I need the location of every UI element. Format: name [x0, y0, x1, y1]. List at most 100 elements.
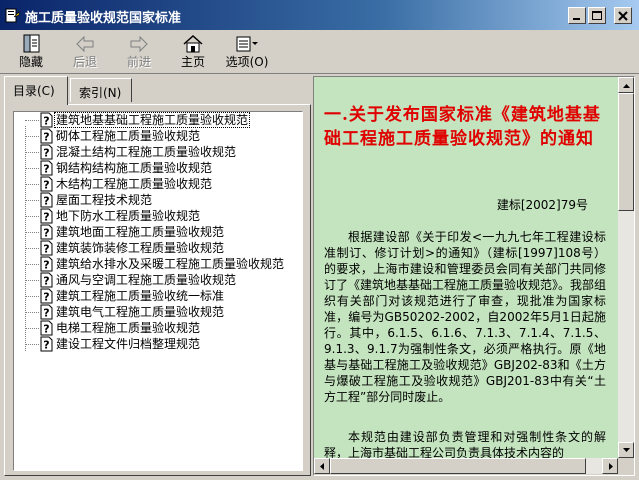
help-topic-icon: ?	[40, 160, 53, 176]
svg-text:?: ?	[43, 179, 49, 192]
window-title: 施工质量验收规范国家标准	[25, 11, 182, 26]
hide-pane-icon	[23, 34, 40, 53]
options-icon	[236, 36, 258, 52]
vertical-scrollbar[interactable]	[618, 77, 634, 458]
svg-text:?: ?	[43, 163, 49, 176]
help-topic-icon: ?	[40, 112, 53, 128]
tree-item-label: 建筑地面工程施工质量验收规范	[56, 225, 225, 239]
vertical-scroll-thumb[interactable]	[618, 93, 634, 211]
tree-item-label: 建筑给水排水及采暖工程施工质量验收规范	[56, 257, 285, 271]
document-number: 建标[2002]79号	[496, 198, 588, 212]
tree-item-label: 建筑地基基础工程施工质量验收规范	[53, 112, 251, 128]
help-topic-icon: ?	[40, 240, 53, 256]
horizontal-scrollbar[interactable]	[314, 458, 618, 474]
content-pane: 一.关于发布国家标准《建筑地基基础工程施工质量验收规范》的通知 建标[2002]…	[313, 76, 635, 476]
tree-item-label: 建筑电气工程施工质量验收规范	[56, 305, 225, 319]
forward-arrow-icon	[130, 35, 148, 53]
help-topic-icon: ?	[40, 128, 53, 144]
tree-item-label: 建筑工程施工质量验收统一标准	[56, 289, 225, 303]
svg-text:?: ?	[43, 259, 49, 272]
tree-branch-line	[25, 216, 39, 217]
options-label: 选项(O)	[225, 55, 269, 69]
tree-branch-line	[25, 232, 39, 233]
svg-text:?: ?	[43, 147, 49, 160]
svg-text:?: ?	[43, 323, 49, 336]
svg-text:?: ?	[43, 195, 49, 208]
svg-text:?: ?	[43, 339, 49, 352]
tree-branch-line	[25, 344, 39, 345]
svg-text:?: ?	[43, 227, 49, 240]
arrow-up-icon	[623, 84, 630, 88]
horizontal-scroll-thumb[interactable]	[330, 458, 586, 474]
home-button[interactable]: 主页	[168, 34, 218, 72]
arrow-left-icon	[320, 463, 324, 470]
close-icon	[618, 11, 628, 21]
back-label: 后退	[72, 55, 97, 69]
minimize-icon	[573, 18, 580, 20]
back-arrow-icon	[76, 35, 94, 53]
tree-branch-line	[25, 328, 39, 329]
arrow-down-icon	[623, 448, 630, 452]
help-topic-icon: ?	[40, 144, 53, 160]
tree-branch-line	[25, 200, 39, 201]
svg-text:?: ?	[43, 131, 49, 144]
options-button[interactable]: 选项(O)	[222, 34, 272, 72]
tab-contents[interactable]: 目录(C)	[4, 76, 68, 105]
tree-item-label: 钢结构结构施工质量验收规范	[56, 161, 213, 175]
document-title: 一.关于发布国家标准《建筑地基基础工程施工质量验收规范》的通知	[324, 105, 601, 149]
tree-branch-line	[25, 312, 39, 313]
tree-branch-line	[25, 168, 39, 169]
home-icon	[183, 34, 203, 53]
help-topic-icon: ?	[40, 320, 53, 336]
svg-text:?: ?	[43, 211, 49, 224]
hide-label: 隐藏	[18, 55, 43, 69]
tree-item-label: 木结构工程施工质量验收规范	[56, 177, 213, 191]
help-topic-icon: ?	[40, 288, 53, 304]
arrow-right-icon	[609, 463, 613, 470]
maximize-icon	[592, 11, 602, 20]
hide-button[interactable]: 隐藏	[6, 34, 56, 72]
tree-branch-line	[25, 152, 39, 153]
tab-index[interactable]: 索引(N)	[70, 78, 132, 102]
app-icon	[5, 8, 20, 23]
tab-contents-label: 目录(C)	[13, 84, 55, 98]
help-topic-icon: ?	[40, 304, 53, 320]
title-bar[interactable]: 施工质量验收规范国家标准	[0, 0, 639, 30]
tab-index-label: 索引(N)	[79, 86, 122, 100]
help-topic-icon: ?	[40, 272, 53, 288]
forward-label: 前进	[126, 55, 151, 69]
tree-branch-line	[25, 264, 39, 265]
tree-item-label: 建筑装饰装修工程质量验收规范	[56, 241, 225, 255]
svg-text:?: ?	[43, 275, 49, 288]
tree-branch-line	[25, 120, 39, 121]
tree-item-label: 建设工程文件归档整理规范	[56, 337, 201, 351]
minimize-button[interactable]	[568, 7, 586, 24]
tree-branch-line	[25, 248, 39, 249]
navigation-pane: 目录(C) 索引(N) ? 建筑地基基础工程施工质量验收规范? 砌体工程施工质量验收…	[4, 76, 311, 476]
document-view[interactable]: 一.关于发布国家标准《建筑地基基础工程施工质量验收规范》的通知 建标[2002]…	[314, 77, 618, 458]
tree-connector-line	[25, 126, 26, 351]
scroll-down-button[interactable]	[618, 442, 634, 458]
svg-text:?: ?	[43, 115, 49, 128]
maximize-button[interactable]	[588, 7, 606, 24]
document-paragraph-1: 根据建设部《关于印发<一九九七年工程建设标准制订、修订计划>的通知》（建标[19…	[324, 230, 607, 404]
tree-item-label: 混凝土结构工程施工质量验收规范	[56, 145, 237, 159]
scroll-right-button[interactable]	[602, 458, 618, 474]
tab-panel: ? 建筑地基基础工程施工质量验收规范? 砌体工程施工质量验收规范? 混凝土结构工程施工…	[4, 104, 311, 476]
close-button[interactable]	[614, 7, 632, 24]
scroll-up-button[interactable]	[618, 77, 634, 93]
forward-button[interactable]: 前进	[114, 34, 164, 72]
tree-item-label: 砌体工程施工质量验收规范	[56, 129, 201, 143]
toolbar: 隐藏 后退 前进 主页 选项(O)	[0, 31, 639, 74]
scroll-left-button[interactable]	[314, 458, 330, 474]
tree-branch-line	[25, 184, 39, 185]
help-topic-icon: ?	[40, 176, 53, 192]
help-topic-icon: ?	[40, 336, 53, 352]
scrollbar-corner	[618, 458, 634, 474]
help-topic-icon: ?	[40, 224, 53, 240]
tree-item-label: 电梯工程施工质量验收规范	[56, 321, 201, 335]
back-button[interactable]: 后退	[60, 34, 110, 72]
contents-tree[interactable]: ? 建筑地基基础工程施工质量验收规范? 砌体工程施工质量验收规范? 混凝土结构工程施工…	[13, 111, 303, 471]
tree-branch-line	[25, 136, 39, 137]
help-topic-icon: ?	[40, 208, 53, 224]
